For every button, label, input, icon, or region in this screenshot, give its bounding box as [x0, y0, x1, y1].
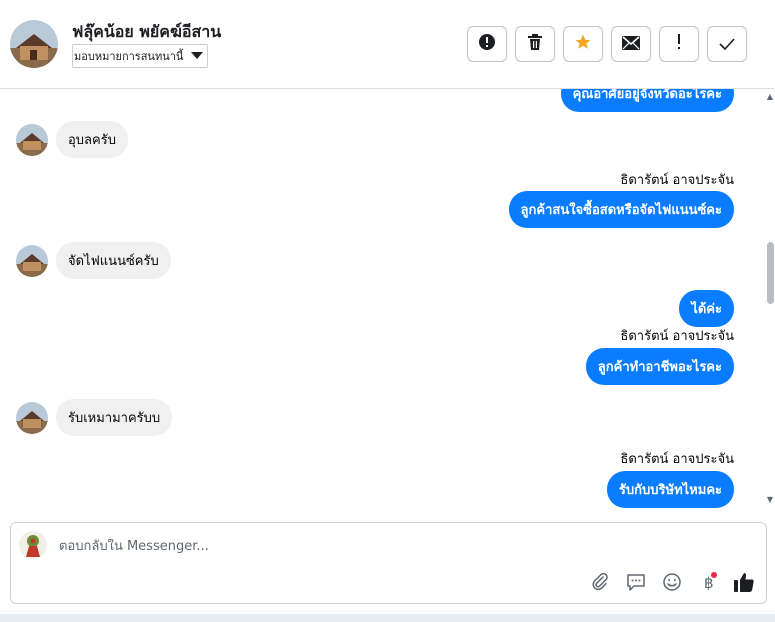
incoming-message[interactable]: จัดไฟแนนซ์ครับ	[56, 242, 171, 279]
sender-name: ธิดารัตน์ อาจประจัน	[620, 329, 734, 344]
follow-up-button[interactable]	[659, 26, 699, 62]
scroll-up-icon[interactable]: ▲	[766, 93, 774, 101]
incoming-message-row: อุบลครับ	[16, 121, 128, 158]
reply-input[interactable]	[59, 539, 559, 554]
exclamation-icon	[676, 34, 682, 54]
conversation-header: ฟลุ๊คน้อย พยัคฆ์อีสาน มอบหมายการสนทนานี้	[0, 0, 775, 89]
star-icon	[574, 33, 592, 55]
saved-reply-icon[interactable]	[624, 570, 648, 594]
outgoing-message[interactable]: ลูกค้าทำอาชีพอะไรคะ	[585, 348, 734, 385]
bottom-strip	[0, 614, 775, 622]
mark-done-button[interactable]	[707, 26, 747, 62]
delete-button[interactable]	[515, 26, 555, 62]
sender-name: ธิดารัตน์ อาจประจัน	[620, 173, 734, 188]
emoji-icon[interactable]	[660, 570, 684, 594]
paperclip-icon[interactable]	[588, 570, 612, 594]
scrollbar-thumb[interactable]	[767, 242, 774, 304]
contact-avatar-small	[16, 401, 48, 434]
outgoing-message[interactable]: รับกับบริษัทไหมคะ	[606, 471, 734, 508]
envelope-icon	[622, 35, 640, 54]
spam-button[interactable]	[467, 26, 507, 62]
star-button[interactable]	[563, 26, 603, 62]
mark-unread-button[interactable]	[611, 26, 651, 62]
page-avatar	[19, 531, 47, 559]
trash-icon	[527, 33, 543, 55]
outgoing-message[interactable]: คุณอาศัยอยู่จังหวัดอะไรคะ	[560, 89, 734, 112]
thumbs-up-icon[interactable]	[732, 570, 756, 594]
assign-label: มอบหมายการสนทนานี้	[74, 50, 184, 63]
caret-down-icon	[191, 50, 204, 63]
baht-payment-icon[interactable]: ฿	[696, 570, 720, 594]
sender-name: ธิดารัตน์ อาจประจัน	[620, 452, 734, 467]
incoming-message[interactable]: อุบลครับ	[56, 121, 128, 158]
messenger-conversation: ฟลุ๊คน้อย พยัคฆ์อีสาน มอบหมายการสนทนานี้	[0, 0, 775, 622]
outgoing-message[interactable]: ได้ค่ะ	[679, 290, 734, 327]
message-scrollbar[interactable]: ▲ ▼	[765, 89, 775, 510]
assign-conversation-dropdown[interactable]: มอบหมายการสนทนานี้	[72, 44, 209, 68]
contact-avatar-small	[16, 123, 48, 156]
incoming-message[interactable]: รับเหมามาครับบ	[56, 399, 173, 436]
scroll-down-icon[interactable]: ▼	[766, 496, 774, 504]
incoming-message-row: รับเหมามาครับบ	[16, 399, 173, 436]
reply-composer: ฿	[10, 522, 767, 604]
check-icon	[719, 35, 735, 54]
contact-name[interactable]: ฟลุ๊คน้อย พยัคฆ์อีสาน	[72, 20, 221, 45]
contact-avatar-small	[16, 244, 48, 277]
alert-circle-icon	[478, 33, 496, 55]
message-thread[interactable]: คุณอาศัยอยู่จังหวัดอะไรคะ อุบลครับ ธิดาร…	[0, 89, 765, 510]
incoming-message-row: จัดไฟแนนซ์ครับ	[16, 242, 171, 279]
outgoing-message[interactable]: ลูกค้าสนใจซื้อสดหรือจัดไฟแนนซ์คะ	[508, 191, 734, 228]
contact-avatar[interactable]	[10, 20, 58, 68]
